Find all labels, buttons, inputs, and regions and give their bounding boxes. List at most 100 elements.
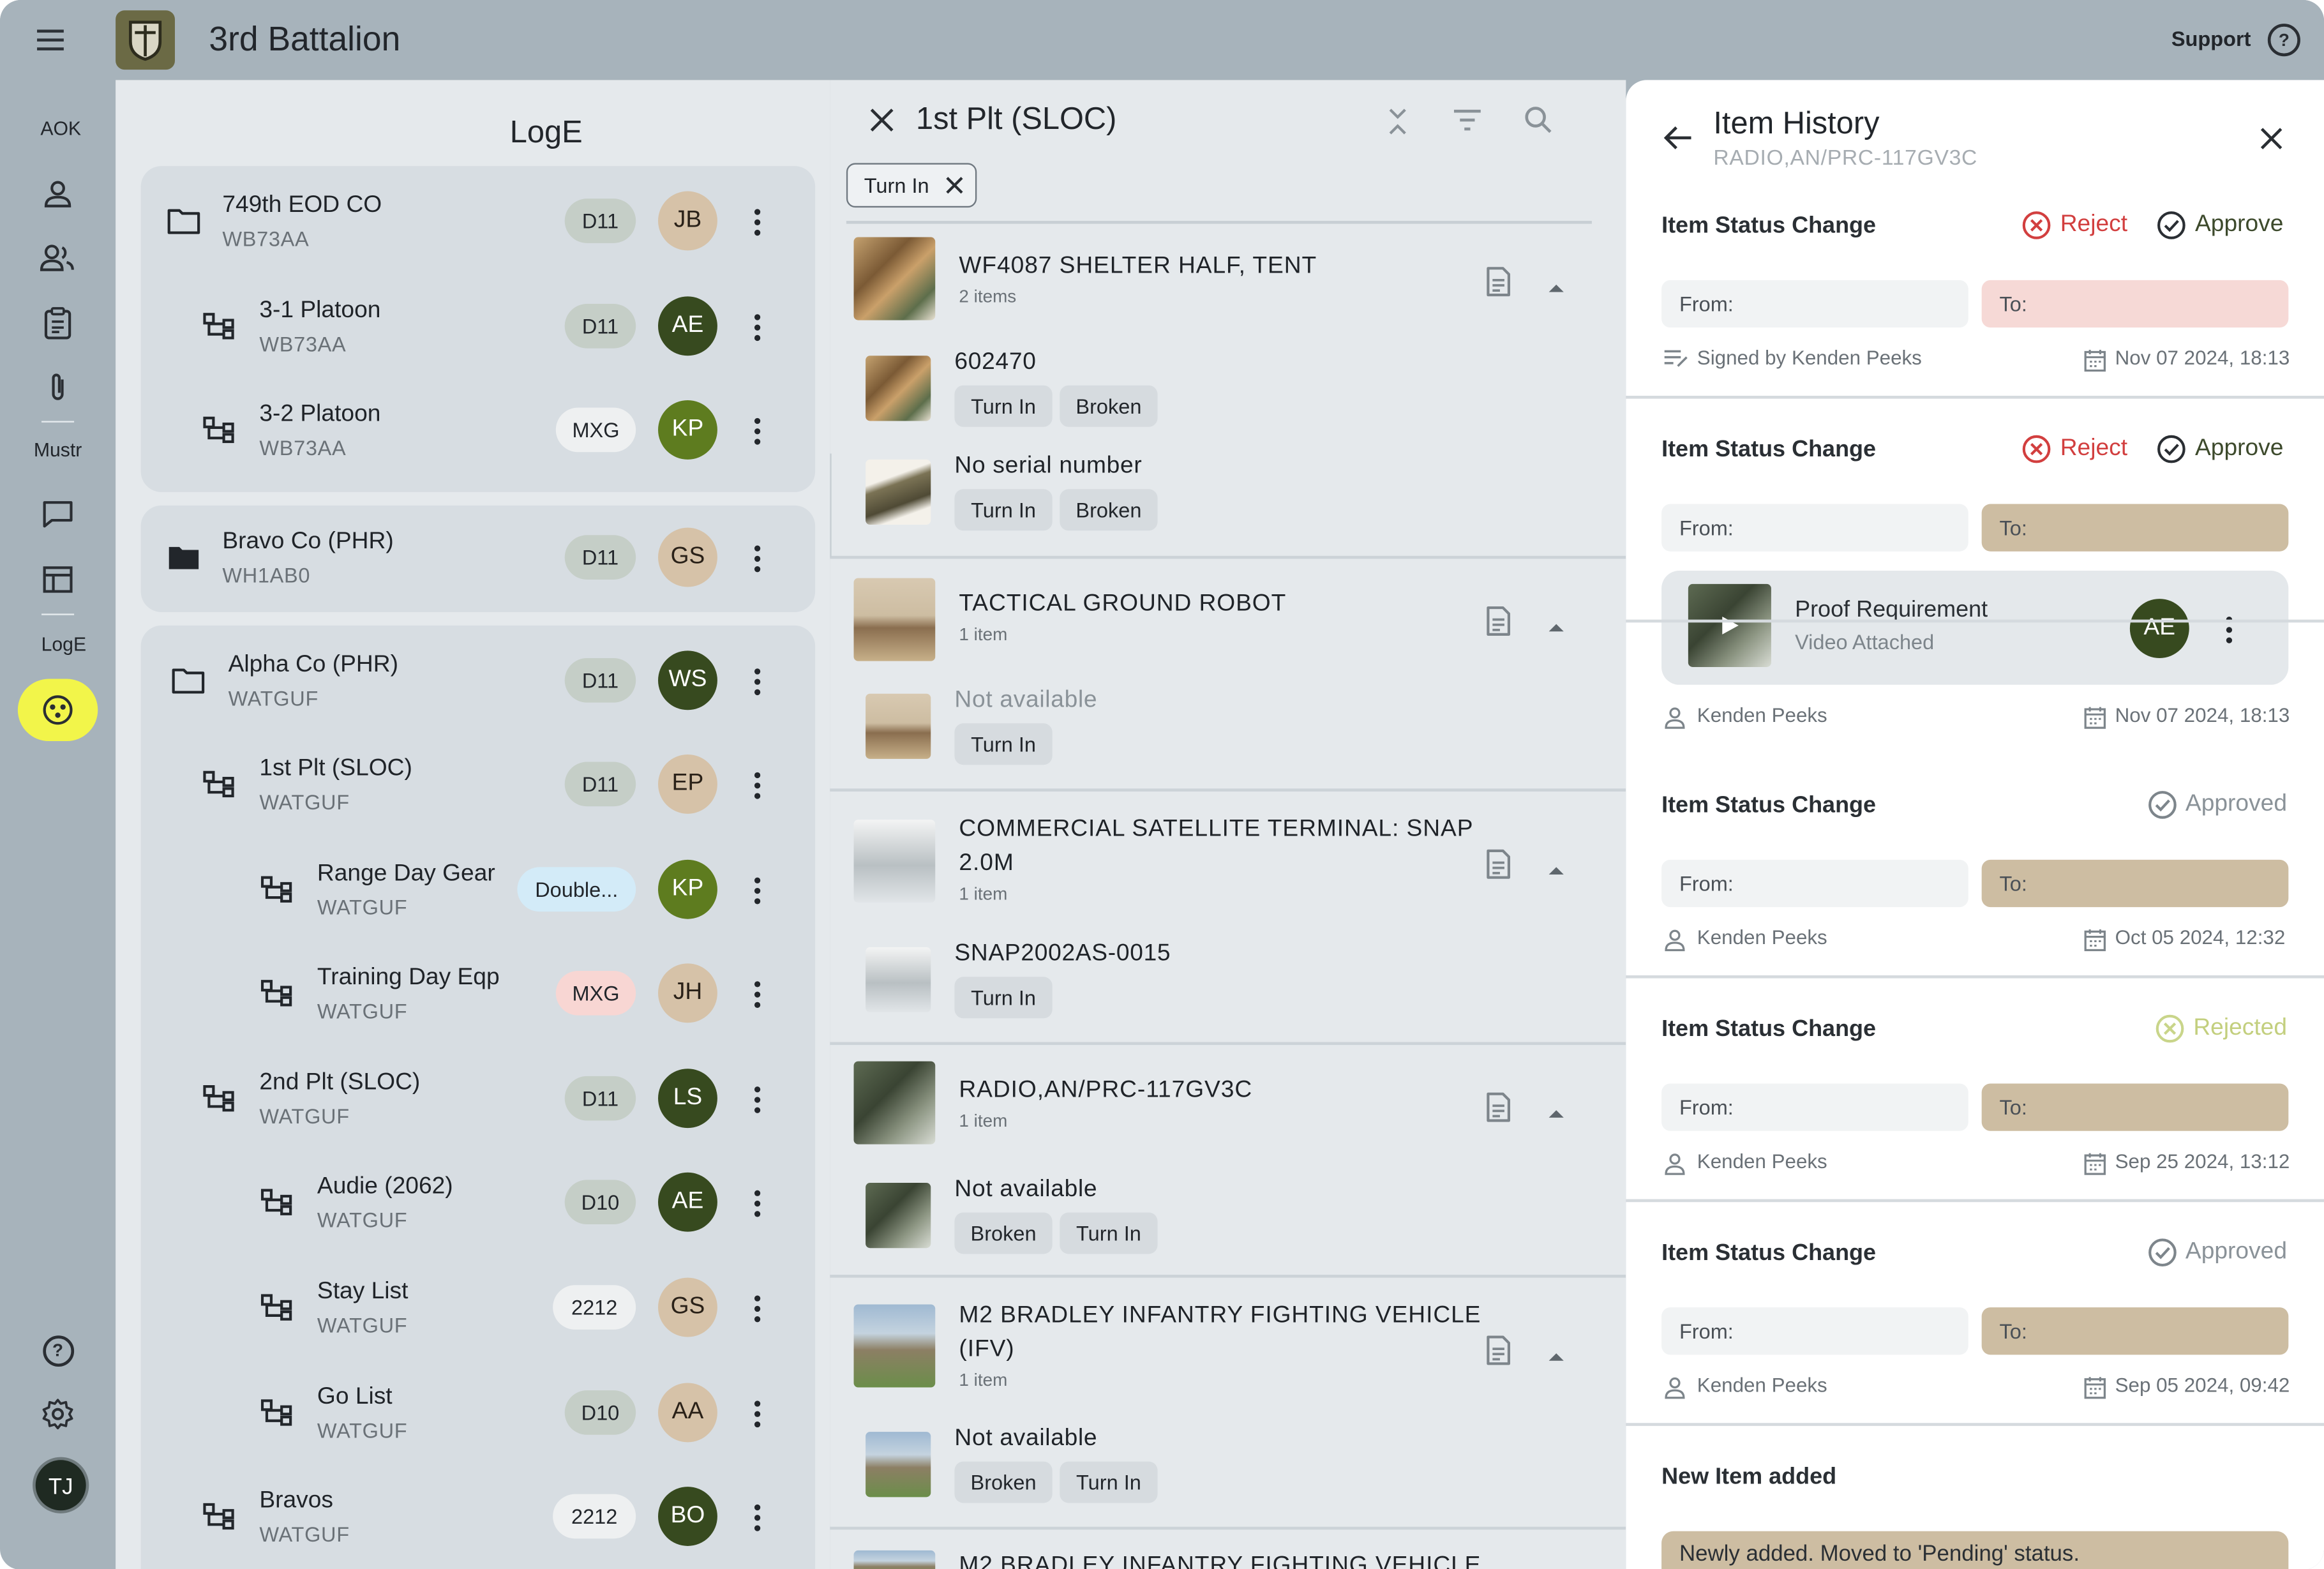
status-tag[interactable]: Turn In <box>1060 1212 1158 1254</box>
filter-chip-turn-in[interactable]: Turn In <box>846 163 977 208</box>
chat-icon[interactable] <box>40 497 76 532</box>
unit-avatar[interactable]: EP <box>658 754 717 814</box>
to-box: To:Turned in to Recycling <box>1981 1083 2289 1131</box>
approve-button[interactable]: Approve <box>2157 211 2283 240</box>
status-tag[interactable]: Broken <box>954 1461 1053 1503</box>
person-icon[interactable] <box>40 176 76 212</box>
loge-active-icon[interactable] <box>17 679 98 742</box>
collapse-all-icon[interactable] <box>1384 107 1411 144</box>
unit-row[interactable]: Range Day Gear WATGUF Double... KP <box>141 837 816 942</box>
document-icon[interactable] <box>1485 267 1512 297</box>
unit-row[interactable]: 749th EOD CO WB73AA D11 JB <box>141 169 816 273</box>
more-options-icon[interactable] <box>753 1398 762 1428</box>
unit-avatar[interactable]: LS <box>658 1069 717 1129</box>
gear-icon[interactable] <box>40 1396 76 1432</box>
unit-avatar[interactable]: JB <box>658 191 717 251</box>
caret-up-icon[interactable] <box>1547 857 1565 875</box>
play-icon[interactable] <box>1718 613 1741 645</box>
unit-avatar[interactable]: AE <box>658 296 717 356</box>
unit-avatar[interactable]: AA <box>658 1383 717 1443</box>
status-tag[interactable]: Broken <box>1060 489 1158 531</box>
more-options-icon[interactable] <box>753 312 762 342</box>
unit-avatar[interactable]: JH <box>658 963 717 1023</box>
paperclip-icon[interactable] <box>40 369 76 405</box>
clipboard-list-icon[interactable] <box>1485 1335 1512 1365</box>
unit-row[interactable]: Stay List WATGUF 2212 GS <box>141 1256 816 1360</box>
more-options-icon[interactable] <box>753 1187 762 1217</box>
status-tag[interactable]: Broken <box>1060 385 1158 427</box>
unit-row[interactable]: Training Day Eqp WATGUF MXG JH <box>141 942 816 1046</box>
more-options-icon[interactable] <box>753 979 762 1009</box>
help-circle-icon[interactable]: ? <box>40 1333 76 1369</box>
unit-row[interactable]: 1st Plt (SLOC) WATGUF D11 EP <box>141 732 816 836</box>
unit-avatar[interactable]: GS <box>658 1277 717 1337</box>
unit-row[interactable]: 3-1 Platoon WB73AA D11 AE <box>141 274 816 379</box>
unit-avatar[interactable]: BO <box>658 1487 717 1546</box>
more-options-icon[interactable] <box>753 543 762 573</box>
reject-button[interactable]: Reject <box>2021 211 2127 240</box>
more-options-icon[interactable] <box>753 875 762 905</box>
close-panel-icon[interactable] <box>2259 126 2284 158</box>
filter-icon[interactable] <box>1453 109 1482 140</box>
user-avatar[interactable]: TJ <box>33 1457 89 1513</box>
unit-row[interactable]: 3-2 Platoon WB73AA MXG KP <box>141 378 816 482</box>
unit-avatar[interactable]: WS <box>658 650 717 710</box>
to-label: To: <box>1999 871 2027 896</box>
caret-up-icon[interactable] <box>1547 1343 1565 1361</box>
people-icon[interactable] <box>40 240 76 276</box>
unit-row[interactable]: 2nd Plt (SLOC) WATGUF D11 LS <box>141 1046 816 1150</box>
unit-avatar[interactable]: KP <box>658 400 717 460</box>
document-icon[interactable] <box>1485 606 1512 636</box>
unit-name: Bravo Co (PHR) <box>222 529 394 555</box>
caret-up-icon[interactable] <box>1547 613 1565 632</box>
unit-row[interactable]: Go List WATGUF D10 AA <box>141 1361 816 1465</box>
caret-up-icon[interactable] <box>1547 274 1565 292</box>
more-options-icon[interactable] <box>753 1083 762 1113</box>
more-options-icon[interactable] <box>753 666 762 696</box>
unit-row[interactable]: Alpha Co (PHR) WATGUF D11 WS <box>141 629 816 733</box>
item-title-line2: (IFV) <box>959 1337 1015 1363</box>
clipboard-icon[interactable] <box>40 305 76 341</box>
caret-up-icon[interactable] <box>1547 1100 1565 1118</box>
item-count: 1 item <box>959 624 1008 645</box>
person-icon <box>1663 705 1686 737</box>
unit-row[interactable]: Bravos WATGUF 2212 BO <box>141 1464 816 1568</box>
unit-avatar[interactable]: AE <box>658 1172 717 1232</box>
clipboard-list-icon[interactable] <box>1485 1092 1512 1122</box>
status-tag[interactable]: Turn In <box>954 723 1053 765</box>
support-link[interactable]: Support <box>2171 27 2251 50</box>
table-icon[interactable] <box>40 562 76 597</box>
help-icon[interactable]: ? <box>2267 24 2300 57</box>
app-window: 3rd Battalion Support ? AOK Mustr LogE ?… <box>0 0 2324 1569</box>
status-tag[interactable]: Turn In <box>954 385 1053 427</box>
more-options-icon[interactable] <box>753 1293 762 1323</box>
entry-divider <box>1626 396 2324 399</box>
status-tag[interactable]: Broken <box>954 1212 1053 1254</box>
search-icon[interactable] <box>1524 105 1553 142</box>
menu-icon[interactable] <box>33 24 68 56</box>
more-options-icon[interactable] <box>2224 613 2233 643</box>
approve-button[interactable]: Approve <box>2157 434 2283 463</box>
status-tag[interactable]: Turn In <box>954 489 1053 531</box>
unit-avatar[interactable]: KP <box>658 859 717 919</box>
more-options-icon[interactable] <box>753 206 762 236</box>
clipboard-list-icon[interactable] <box>1485 849 1512 879</box>
reject-button[interactable]: Reject <box>2021 434 2127 463</box>
item-count: 1 item <box>959 883 1008 905</box>
unit-avatar[interactable]: GS <box>658 527 717 587</box>
unit-row[interactable]: Audie (2062) WATGUF D10 AE <box>141 1150 816 1254</box>
unit-row[interactable]: Bravo Co (PHR) WH1AB0 D11 GS <box>141 506 816 610</box>
status-tag[interactable]: Turn In <box>1060 1461 1158 1503</box>
chip-close-icon[interactable] <box>945 175 963 199</box>
close-icon[interactable] <box>869 107 896 140</box>
back-arrow-icon[interactable] <box>1663 124 1692 158</box>
serial-number: SNAP2002AS-0015 <box>954 941 1171 967</box>
more-options-icon[interactable] <box>753 769 762 799</box>
proof-avatar[interactable]: AE <box>2129 599 2189 659</box>
status-tag[interactable]: Turn In <box>954 977 1053 1019</box>
more-options-icon[interactable] <box>753 1501 762 1531</box>
proof-card[interactable]: Proof Requirement Video Attached AE <box>1661 571 2289 685</box>
more-options-icon[interactable] <box>753 415 762 445</box>
serial-thumbnail <box>866 693 931 759</box>
entry-divider <box>1626 1199 2324 1203</box>
